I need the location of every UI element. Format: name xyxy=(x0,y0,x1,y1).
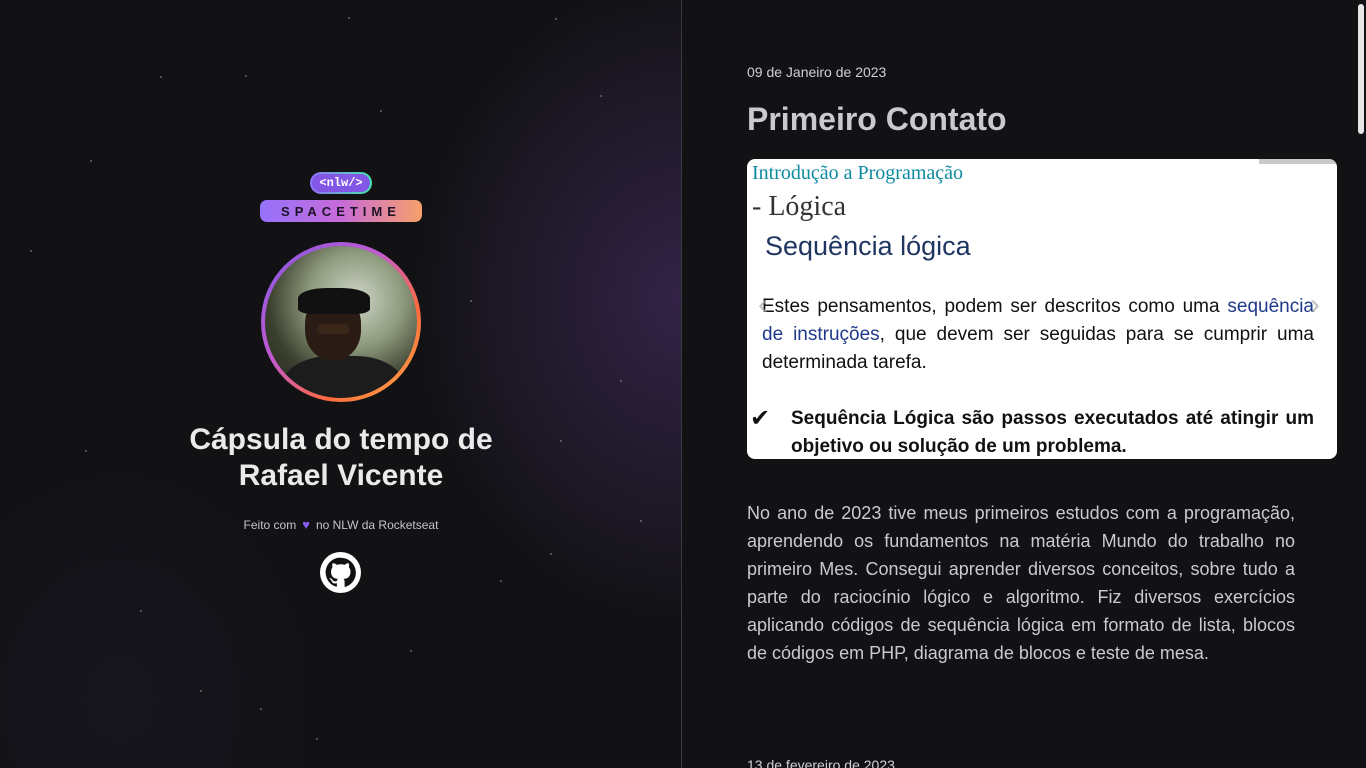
memory-content: No ano de 2023 tive meus primeiros estud… xyxy=(747,503,1295,663)
star xyxy=(30,250,32,252)
memory-date: 09 de Janeiro de 2023 xyxy=(747,64,887,80)
star xyxy=(600,95,602,97)
avatar[interactable] xyxy=(261,242,421,402)
profile-panel: <nlw/> SPACETIME Cápsula do tempo de Raf… xyxy=(0,0,682,768)
star xyxy=(140,610,142,612)
memory-title: Primeiro Contato xyxy=(747,101,1007,137)
heart-icon: ♥ xyxy=(302,517,310,532)
user-name: Rafael Vicente xyxy=(238,459,444,492)
scrollbar-thumb[interactable] xyxy=(1358,4,1364,134)
github-icon xyxy=(320,552,361,593)
slide-bold-text: Sequência Lógica são passos executados a… xyxy=(791,408,1314,457)
star xyxy=(620,380,622,382)
star xyxy=(160,76,162,78)
slide-paragraph-start: Estes pensamentos, podem ser descritos c… xyxy=(762,296,1228,317)
star xyxy=(555,18,557,20)
star xyxy=(380,110,382,112)
spacetime-logo: <nlw/> SPACETIME xyxy=(260,172,422,224)
memory-image[interactable]: Introdução a Programação - Lógica Sequên… xyxy=(747,159,1337,459)
carousel-next-button[interactable]: › xyxy=(1310,290,1320,320)
avatar-photo xyxy=(265,246,417,398)
star xyxy=(90,160,92,162)
capsule-title-prefix: Cápsula do tempo de xyxy=(189,423,493,456)
scrollbar[interactable] xyxy=(1354,0,1366,768)
nlw-tag-label: <nlw/> xyxy=(312,174,370,192)
slide-heading: - Lógica xyxy=(752,191,847,222)
made-with-note: Feito com ♥ no NLW da Rocketseat xyxy=(0,517,681,532)
checkmark-icon: ✔ xyxy=(750,405,771,432)
memory-date-next: 13 de fevereiro de 2023 xyxy=(747,757,895,768)
star xyxy=(200,690,202,692)
github-link[interactable] xyxy=(320,552,361,593)
star xyxy=(550,553,552,555)
spacetime-wordmark: SPACETIME xyxy=(260,200,422,222)
timeline-panel[interactable]: 09 de Janeiro de 2023 Primeiro Contato I… xyxy=(682,0,1366,768)
star xyxy=(348,17,350,19)
star xyxy=(260,708,262,710)
made-with-prefix: Feito com xyxy=(243,518,297,532)
slide-paragraph: Estes pensamentos, podem ser descritos c… xyxy=(762,293,1314,377)
made-with-suffix: no NLW da Rocketseat xyxy=(315,518,439,532)
star xyxy=(410,650,412,652)
slide-subheading: Sequência lógica xyxy=(765,231,971,261)
star xyxy=(245,75,247,77)
nlw-tag: <nlw/> xyxy=(310,172,372,194)
capsule-title: Cápsula do tempo de Rafael Vicente xyxy=(0,422,681,494)
star xyxy=(500,580,502,582)
star xyxy=(470,300,472,302)
app-root: <nlw/> SPACETIME Cápsula do tempo de Raf… xyxy=(0,0,1366,768)
star xyxy=(316,738,318,740)
carousel-prev-button[interactable]: ‹ xyxy=(758,290,768,320)
image-edge-tab xyxy=(1259,159,1337,164)
slide-subtitle: Introdução a Programação xyxy=(752,162,964,184)
